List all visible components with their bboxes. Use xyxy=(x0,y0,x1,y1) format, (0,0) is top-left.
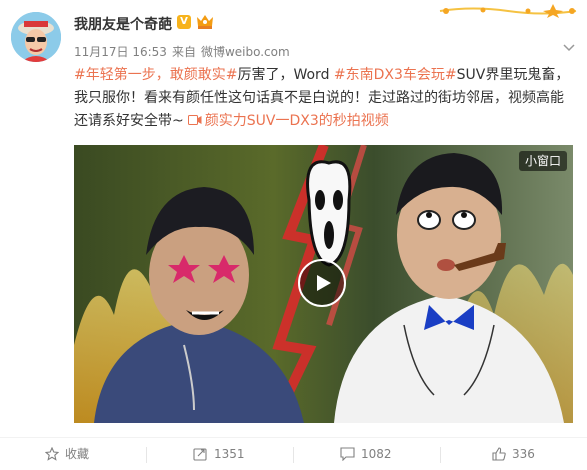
repost-button[interactable]: 1351 xyxy=(193,438,245,470)
toolbar-divider xyxy=(146,447,147,463)
play-icon xyxy=(317,275,331,291)
repost-count: 1351 xyxy=(214,447,245,461)
video-player[interactable]: 小窗口 xyxy=(74,145,573,423)
comment-icon xyxy=(340,447,355,462)
weibo-post-card: 我朋友是个奇葩 V 11月17日 16:53 来自 微博weibo.com #年轻第… xyxy=(0,0,587,470)
comment-count: 1082 xyxy=(361,447,392,461)
member-crown-icon[interactable] xyxy=(196,14,214,30)
repost-icon xyxy=(193,448,207,461)
like-button[interactable]: 336 xyxy=(492,438,535,470)
chevron-down-icon[interactable] xyxy=(563,44,575,52)
post-source[interactable]: 微博weibo.com xyxy=(201,45,290,59)
comment-button[interactable]: 1082 xyxy=(340,438,392,470)
favorite-label: 收藏 xyxy=(65,447,90,461)
toolbar-divider xyxy=(293,447,294,463)
author-name[interactable]: 我朋友是个奇葩 xyxy=(74,14,172,34)
cartoon-avatar-image xyxy=(11,12,61,62)
favorite-button[interactable]: 收藏 xyxy=(44,438,90,470)
author-avatar[interactable] xyxy=(11,12,61,62)
video-link-icon[interactable] xyxy=(187,114,202,126)
post-meta: 11月17日 16:53 来自 微博weibo.com xyxy=(74,43,290,60)
play-button[interactable] xyxy=(298,259,346,307)
topic-link-2[interactable]: #东南DX3车会玩# xyxy=(334,67,457,83)
topic-link-1[interactable]: #年轻第一步，敢颜敢实# xyxy=(74,67,237,83)
mini-window-button[interactable]: 小窗口 xyxy=(518,151,567,171)
like-count: 336 xyxy=(512,447,535,461)
thumbs-up-icon xyxy=(492,447,506,461)
decorative-ornament-icon xyxy=(439,4,577,18)
source-prefix: 来自 xyxy=(171,45,196,59)
toolbar-divider xyxy=(440,447,441,463)
verified-badge: V xyxy=(177,15,191,29)
post-timestamp[interactable]: 11月17日 16:53 xyxy=(74,45,167,59)
post-body: #年轻第一步，敢颜敢实#厉害了，Word #东南DX3车会玩#SUV界里玩鬼畜，… xyxy=(74,64,574,133)
post-text-segment-1: 厉害了，Word xyxy=(237,67,334,83)
video-link[interactable]: 颜实力SUV一DX3的秒拍视频 xyxy=(205,113,389,129)
action-toolbar: 收藏 1351 1082 336 xyxy=(0,437,587,470)
star-icon xyxy=(44,446,60,461)
